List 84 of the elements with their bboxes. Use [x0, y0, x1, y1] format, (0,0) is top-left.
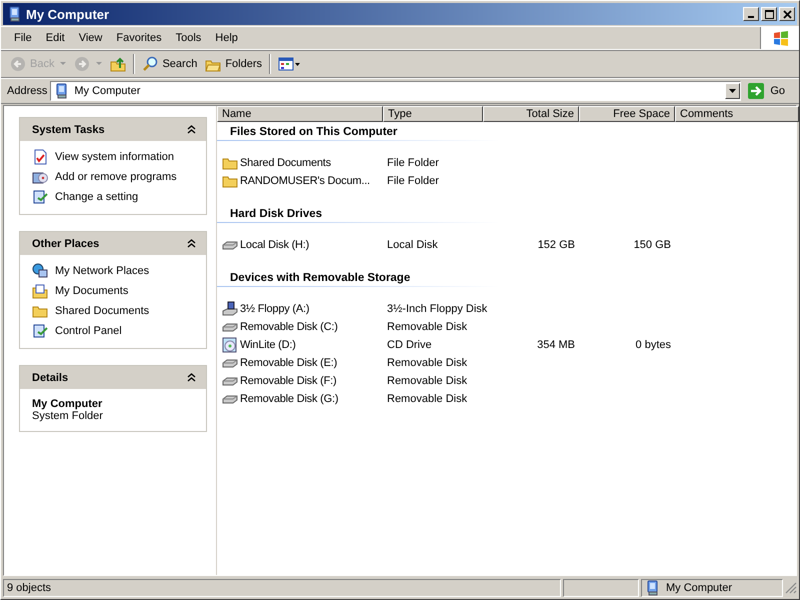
item-name[interactable]: Removable Disk (F:)	[240, 375, 336, 387]
search-icon	[142, 56, 158, 72]
column-header[interactable]: Comments	[675, 106, 799, 122]
flag-logo-icon	[772, 30, 788, 46]
menu-item[interactable]: Favorites	[109, 32, 169, 44]
item-type: 3½-Inch Floppy Disk	[387, 303, 488, 315]
item-name[interactable]: Shared Documents	[240, 157, 331, 169]
close-button[interactable]	[779, 7, 795, 21]
item-name[interactable]: Removable Disk (G:)	[240, 393, 338, 405]
item-type: Removable Disk	[387, 393, 468, 405]
dropdown-button[interactable]	[725, 83, 740, 99]
total-size: 152 GB	[538, 239, 575, 251]
panel-title: Details	[32, 372, 68, 384]
item-type: Local Disk	[387, 239, 438, 251]
floppy-drive-icon	[222, 301, 238, 317]
resize-grip-icon[interactable]	[785, 582, 797, 594]
cd-drive-icon	[222, 337, 238, 353]
menu-item[interactable]: Tools	[168, 32, 208, 44]
task-link[interactable]: Add or remove programs	[55, 171, 177, 183]
item-name[interactable]: Removable Disk (E:)	[240, 357, 338, 369]
dropdown-arrow-icon	[96, 62, 102, 66]
collapse-chevron-icon[interactable]	[187, 239, 196, 248]
menu-item[interactable]: File	[7, 32, 39, 44]
search-button[interactable]: Search	[139, 54, 200, 74]
folders-button[interactable]: Folders	[202, 54, 266, 74]
item-name[interactable]: Local Disk (H:)	[240, 239, 310, 251]
minimize-button[interactable]	[743, 7, 759, 21]
window-title: My Computer	[26, 6, 110, 22]
group-heading: Hard Disk Drives	[230, 208, 322, 220]
go-button[interactable]: Go	[744, 83, 795, 99]
item-type: File Folder	[387, 157, 439, 169]
address-label: Address	[7, 85, 48, 97]
item-name[interactable]: WinLite (D:)	[240, 339, 296, 351]
control-panel-icon	[32, 189, 48, 205]
item-type: Removable Disk	[387, 375, 468, 387]
maximize-button[interactable]	[761, 7, 777, 21]
forward-icon	[74, 56, 90, 72]
task-link[interactable]: My Network Places	[55, 265, 150, 277]
dropdown-arrow-icon	[60, 62, 66, 66]
address-field[interactable]: My Computer	[50, 81, 742, 101]
collapse-chevron-icon[interactable]	[187, 373, 196, 382]
menu-item[interactable]: Help	[208, 32, 245, 44]
panel-title: Other Places	[32, 238, 100, 250]
task-link[interactable]: Control Panel	[55, 325, 122, 337]
status-count: 9 objects	[3, 579, 561, 597]
task-link[interactable]: Change a setting	[55, 191, 138, 203]
column-header[interactable]: Type	[383, 106, 483, 122]
menu-item[interactable]: View	[72, 32, 110, 44]
document-check-icon	[32, 149, 48, 165]
task-link[interactable]: My Documents	[55, 285, 128, 297]
item-name[interactable]: Removable Disk (C:)	[240, 321, 338, 333]
group-heading: Devices with Removable Storage	[230, 272, 410, 284]
maximize-icon	[764, 10, 774, 18]
column-header[interactable]: Free Space	[579, 106, 675, 122]
up-folder-icon	[110, 56, 126, 72]
item-type: Removable Disk	[387, 321, 468, 333]
item-type: File Folder	[387, 175, 439, 187]
documents-icon	[32, 283, 48, 299]
dropdown-arrow-icon	[729, 89, 736, 93]
control-panel-icon	[32, 323, 48, 339]
item-type: CD Drive	[387, 339, 432, 351]
column-header[interactable]: Name	[217, 106, 383, 122]
minimize-icon	[748, 16, 754, 18]
group-heading: Files Stored on This Computer	[230, 126, 398, 138]
go-arrow-icon	[748, 83, 764, 99]
item-type: Removable Disk	[387, 357, 468, 369]
total-size: 354 MB	[537, 339, 575, 351]
details-name: My Computer	[32, 398, 104, 410]
back-icon	[10, 56, 26, 72]
network-icon	[32, 263, 48, 279]
column-header[interactable]: Total Size	[483, 106, 579, 122]
item-name[interactable]: 3½ Floppy (A:)	[240, 303, 310, 315]
views-icon	[278, 56, 300, 72]
item-name[interactable]: RANDOMUSER's Docum...	[240, 175, 370, 187]
menu-item[interactable]: Edit	[38, 32, 72, 44]
task-link[interactable]: Shared Documents	[55, 305, 150, 317]
collapse-chevron-icon[interactable]	[187, 125, 196, 134]
free-space: 150 GB	[634, 239, 671, 251]
status-location: My Computer	[641, 579, 783, 597]
free-space: 0 bytes	[636, 339, 671, 351]
close-icon	[782, 10, 792, 18]
task-link[interactable]: View system information	[55, 151, 174, 163]
details-type: System Folder	[32, 410, 104, 422]
panel-title: System Tasks	[32, 124, 105, 136]
